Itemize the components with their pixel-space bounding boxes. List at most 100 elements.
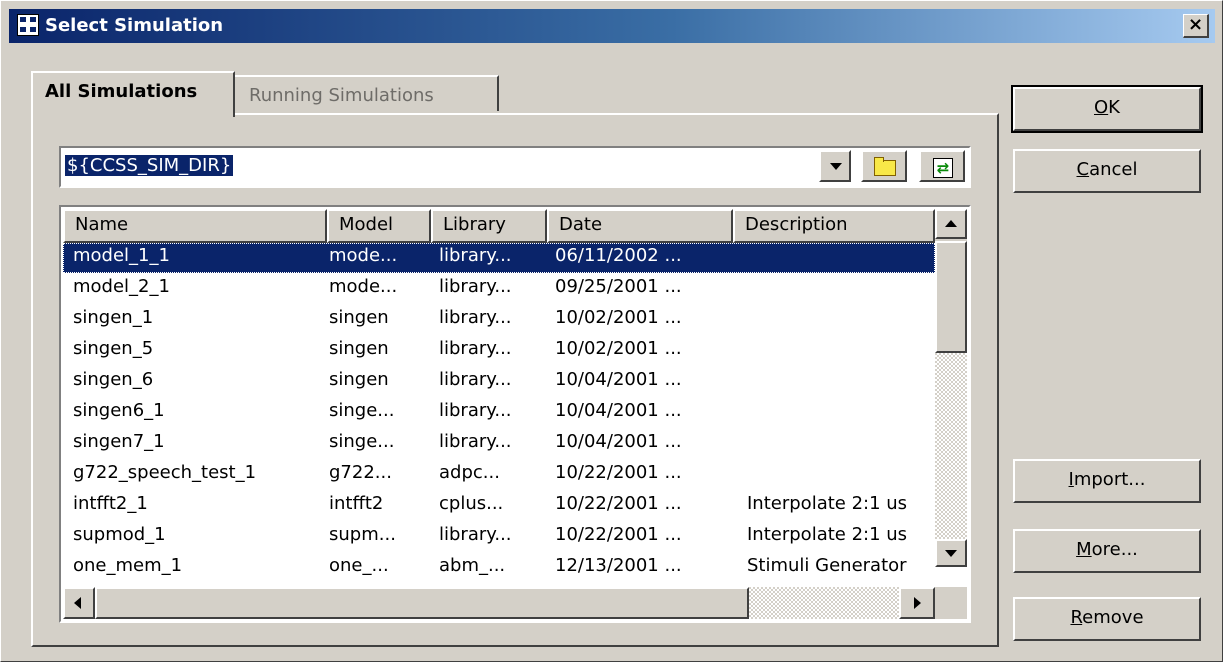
cell-name: singen7_1 xyxy=(73,431,165,452)
chevron-up-icon xyxy=(945,220,957,227)
table-row[interactable]: model_2_1 mode... library... 09/25/2001 ... xyxy=(63,274,935,304)
app-icon xyxy=(17,14,39,36)
cell-model: singen xyxy=(329,369,389,390)
column-header-name[interactable]: Name xyxy=(63,209,327,243)
table-row[interactable]: model_1_1 mode... library... 06/11/2002 ... xyxy=(63,243,935,273)
table-row[interactable]: singen_1 singen library... 10/02/2001 ... xyxy=(63,305,935,335)
table-row[interactable]: singen_6 singen library... 10/04/2001 ... xyxy=(63,367,935,397)
vertical-scroll-track[interactable] xyxy=(935,353,967,567)
cell-library: cplus... xyxy=(439,493,504,514)
vertical-scroll-thumb[interactable] xyxy=(935,241,967,353)
table-row[interactable]: singen_5 singen library... 10/02/2001 ... xyxy=(63,336,935,366)
more-button[interactable]: More... xyxy=(1013,529,1201,573)
cell-name: model_1_1 xyxy=(73,245,170,266)
table-row[interactable]: supmod_1 supm... library... 10/22/2001 ... I… xyxy=(63,522,935,552)
cell-model: singe... xyxy=(329,400,395,421)
tab-label: Running Simulations xyxy=(249,85,434,106)
tab-running-simulations[interactable]: Running Simulations xyxy=(235,75,499,111)
scroll-up-button[interactable] xyxy=(935,209,967,239)
refresh-button[interactable]: ⇄ xyxy=(919,150,965,182)
close-button[interactable]: × xyxy=(1183,14,1209,38)
cell-model: supm... xyxy=(329,524,396,545)
cell-date: 10/04/2001 ... xyxy=(555,431,682,452)
tab-all-simulations[interactable]: All Simulations xyxy=(31,71,235,117)
cell-model: singe... xyxy=(329,431,395,452)
cell-date: 10/04/2001 ... xyxy=(555,369,682,390)
cell-model: singen xyxy=(329,307,389,328)
simulations-table[interactable]: Name Model Library Date Description mode… xyxy=(59,205,971,623)
cell-name: model_2_1 xyxy=(73,276,170,297)
column-header-date[interactable]: Date xyxy=(547,209,733,243)
cell-date: 10/02/2001 ... xyxy=(555,307,682,328)
cell-name: singen_6 xyxy=(73,369,154,390)
cell-date: 10/22/2001 ... xyxy=(555,462,682,483)
cell-model: one_... xyxy=(329,555,389,576)
cell-name: singen_1 xyxy=(73,307,154,328)
path-combo-value[interactable]: ${CCSS_SIM_DIR} xyxy=(63,154,235,177)
cell-model: singen xyxy=(329,338,389,359)
chevron-right-icon xyxy=(914,597,921,609)
column-header-description[interactable]: Description xyxy=(733,209,935,243)
title-bar[interactable]: Select Simulation × xyxy=(9,9,1215,43)
cancel-button[interactable]: Cancel xyxy=(1013,149,1201,193)
cell-model: mode... xyxy=(329,276,398,297)
remove-button[interactable]: Remove xyxy=(1013,597,1201,641)
cell-library: library... xyxy=(439,524,512,545)
folder-icon xyxy=(874,160,896,176)
cell-date: 10/02/2001 ... xyxy=(555,338,682,359)
horizontal-scrollbar[interactable] xyxy=(63,587,935,619)
cell-library: library... xyxy=(439,276,512,297)
cell-model: intfft2 xyxy=(329,493,384,514)
scrollbar-corner xyxy=(935,587,967,619)
cell-library: library... xyxy=(439,338,512,359)
chevron-down-icon xyxy=(830,163,842,170)
ok-button[interactable]: OK xyxy=(1011,85,1203,133)
import-button[interactable]: Import... xyxy=(1013,459,1201,503)
dropdown-button[interactable] xyxy=(819,150,851,182)
cell-name: supmod_1 xyxy=(73,524,166,545)
table-row[interactable]: intfft2_1 intfft2 cplus... 10/22/2001 ... In… xyxy=(63,491,935,521)
path-combo[interactable]: ${CCSS_SIM_DIR} ⇄ xyxy=(59,146,971,188)
column-header-library[interactable]: Library xyxy=(431,209,547,243)
chevron-down-icon xyxy=(945,550,957,557)
tab-label: All Simulations xyxy=(45,81,198,102)
cell-library: adpc... xyxy=(439,462,500,483)
window-title: Select Simulation xyxy=(45,15,224,36)
cell-model: g722... xyxy=(329,462,392,483)
cell-date: 12/13/2001 ... xyxy=(555,555,682,576)
cell-model: mode... xyxy=(329,245,398,266)
cell-name: g722_speech_test_1 xyxy=(73,462,257,483)
browse-folder-button[interactable] xyxy=(861,150,907,182)
cell-name: one_mem_1 xyxy=(73,555,183,576)
table-row[interactable]: singen7_1 singe... library... 10/04/2001 ..… xyxy=(63,429,935,459)
cell-library: library... xyxy=(439,431,512,452)
cell-name: singen_5 xyxy=(73,338,154,359)
table-row[interactable]: g722_speech_test_1 g722... adpc... 10/22/20… xyxy=(63,460,935,490)
chevron-left-icon xyxy=(74,597,81,609)
scroll-left-button[interactable] xyxy=(63,587,95,619)
scroll-right-button[interactable] xyxy=(899,587,935,619)
cell-library: library... xyxy=(439,400,512,421)
vertical-scrollbar[interactable] xyxy=(935,209,967,567)
cell-description: Stimuli Generator xyxy=(747,555,907,576)
cell-description: Interpolate 2:1 us xyxy=(747,524,908,545)
cell-date: 09/25/2001 ... xyxy=(555,276,682,297)
select-simulation-dialog: Select Simulation × Running Simulations … xyxy=(0,0,1223,662)
cell-library: abm_... xyxy=(439,555,506,576)
column-header-model[interactable]: Model xyxy=(327,209,431,243)
scroll-down-button[interactable] xyxy=(935,539,967,567)
cell-description: Interpolate 2:1 us xyxy=(747,493,908,514)
cell-date: 10/04/2001 ... xyxy=(555,400,682,421)
table-row[interactable]: one_mem_1 one_... abm_... 12/13/2001 ... Sti… xyxy=(63,553,935,583)
horizontal-scroll-thumb[interactable] xyxy=(95,587,749,619)
cell-date: 10/22/2001 ... xyxy=(555,493,682,514)
refresh-icon: ⇄ xyxy=(933,158,953,178)
cell-name: intfft2_1 xyxy=(73,493,148,514)
cell-name: singen6_1 xyxy=(73,400,165,421)
horizontal-scroll-track[interactable] xyxy=(749,587,899,619)
cell-date: 06/11/2002 ... xyxy=(555,245,682,266)
cell-library: library... xyxy=(439,245,512,266)
cell-library: library... xyxy=(439,307,512,328)
table-row[interactable]: singen6_1 singe... library... 10/04/2001 ..… xyxy=(63,398,935,428)
cell-library: library... xyxy=(439,369,512,390)
